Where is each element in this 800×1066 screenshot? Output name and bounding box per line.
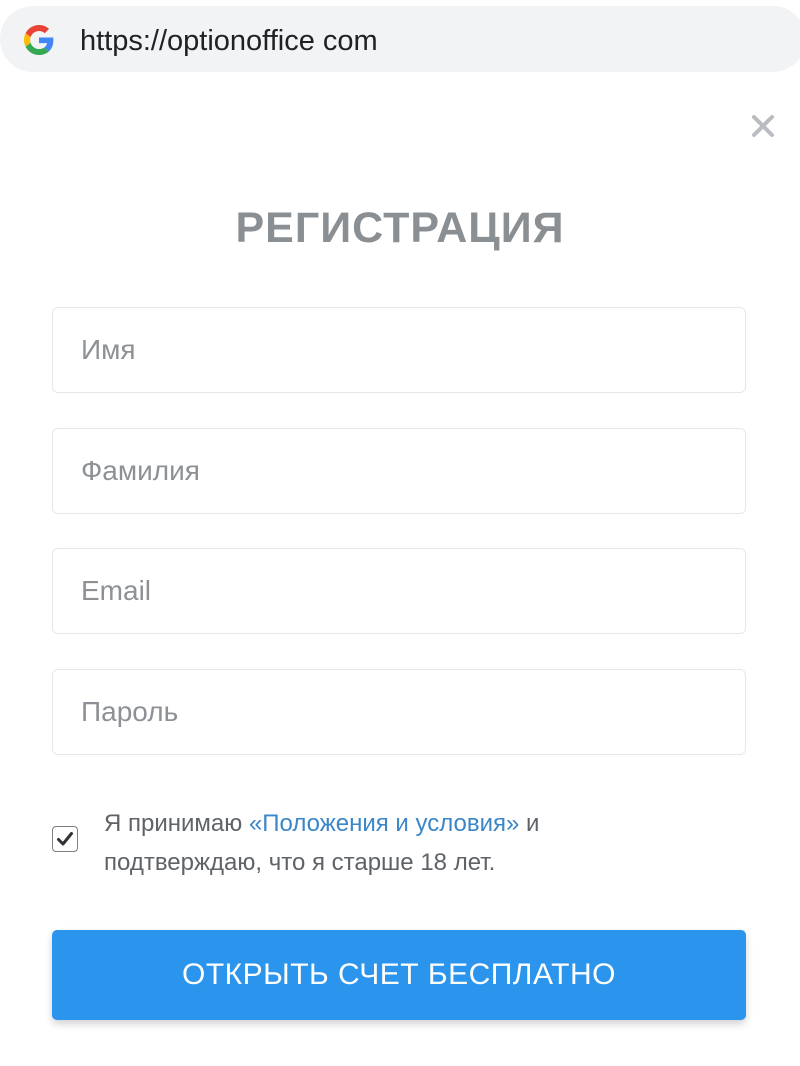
- terms-link[interactable]: «Положения и условия»: [249, 810, 519, 837]
- modal-title: РЕГИСТРАЦИЯ: [235, 204, 565, 252]
- google-g-icon: [24, 25, 54, 55]
- email-input[interactable]: [52, 548, 746, 634]
- open-account-button[interactable]: ОТКРЫТЬ СЧЕТ БЕСПЛАТНО: [52, 930, 746, 1020]
- terms-text: Я принимаю «Положения и условия» и подтв…: [104, 804, 664, 882]
- terms-text-before: Я принимаю: [104, 810, 249, 837]
- checkmark-icon: [57, 832, 73, 846]
- url-text[interactable]: https://optionoffice com: [80, 24, 378, 58]
- first-name-input[interactable]: [52, 307, 746, 393]
- last-name-input[interactable]: [52, 428, 746, 514]
- password-input[interactable]: [52, 669, 746, 755]
- terms-checkbox[interactable]: [52, 826, 78, 852]
- close-icon[interactable]: [747, 110, 779, 142]
- address-bar[interactable]: https://optionoffice com: [0, 6, 800, 72]
